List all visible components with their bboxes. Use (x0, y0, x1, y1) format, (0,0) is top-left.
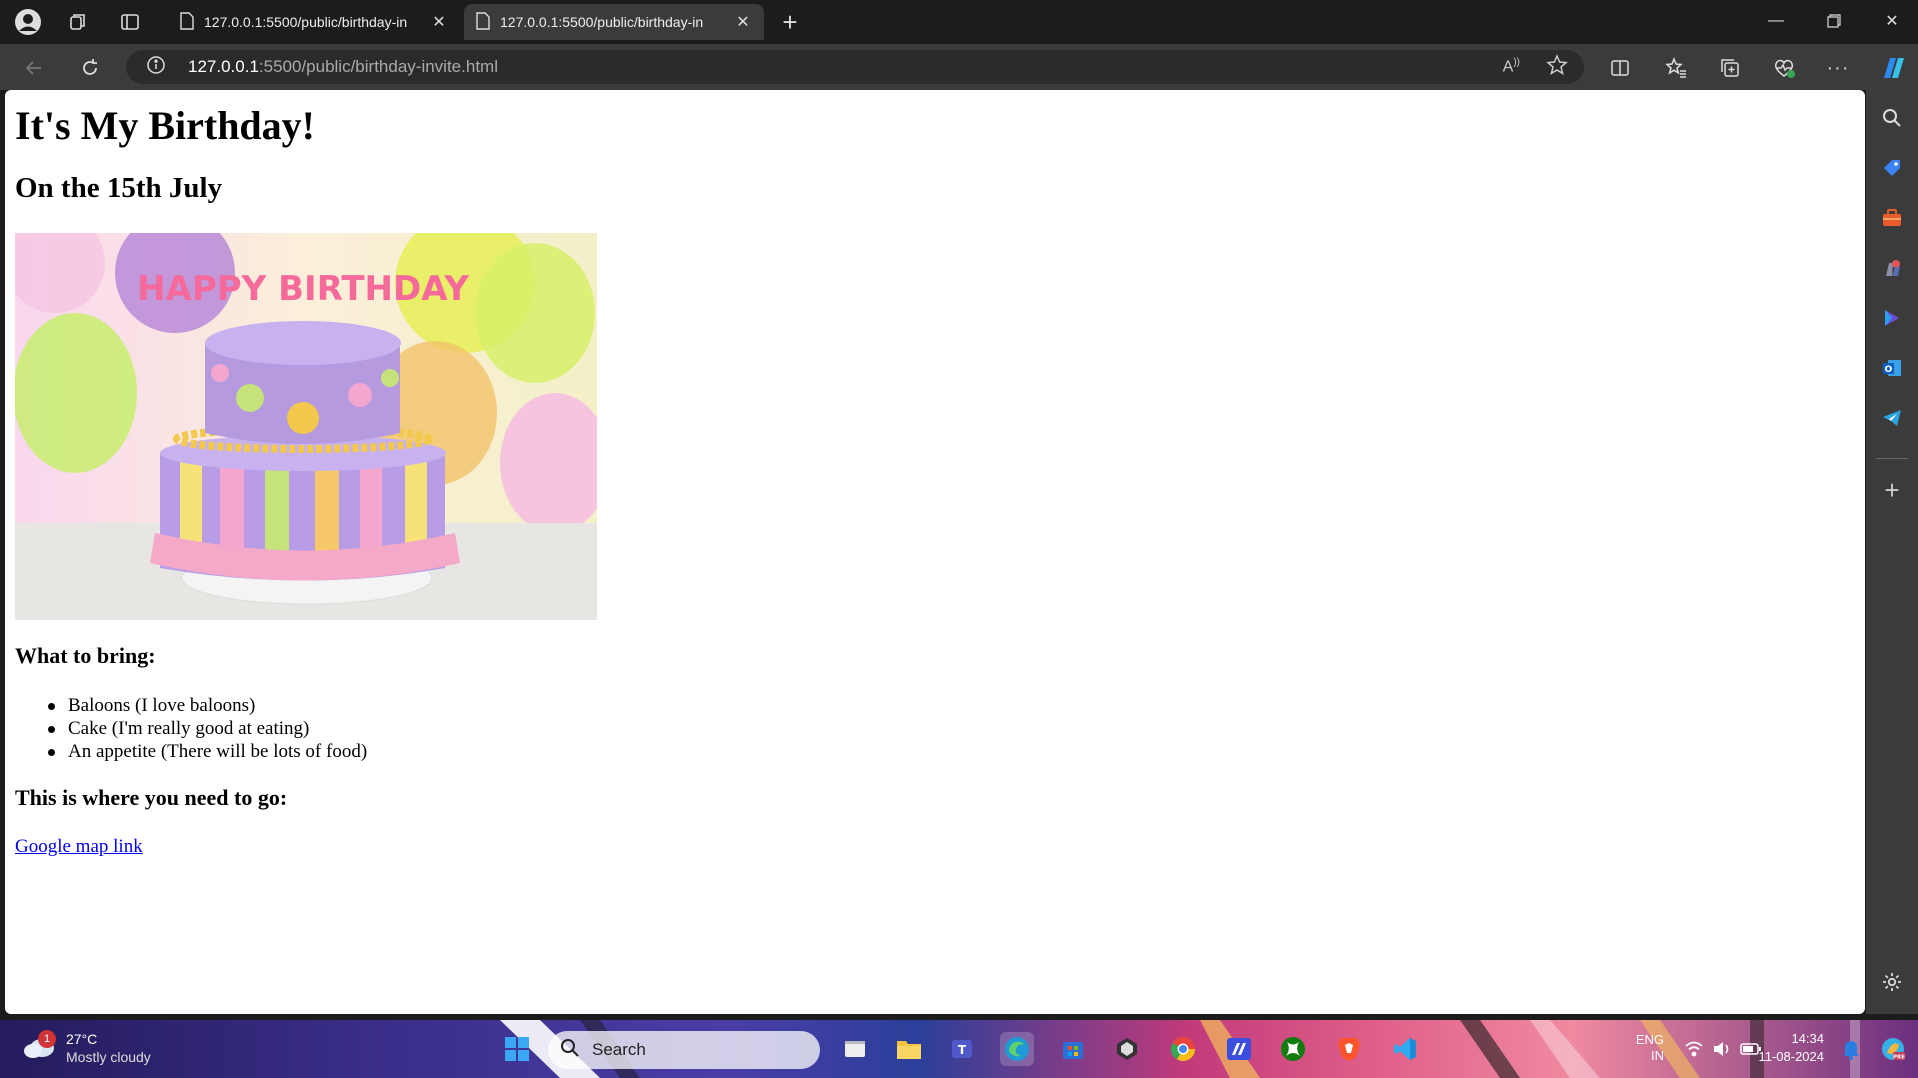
refresh-icon[interactable] (74, 52, 106, 84)
page-title: It's My Birthday! (15, 103, 315, 148)
google-map-link[interactable]: Google map link (15, 836, 143, 858)
list-item: Baloons (I love baloons) (44, 694, 367, 717)
shopping-tag-icon[interactable] (1876, 152, 1908, 184)
copilot-icon[interactable] (1876, 52, 1908, 84)
close-tab-icon[interactable]: ✕ (734, 12, 752, 32)
page-icon (180, 11, 194, 33)
copilot-designer-icon[interactable] (1876, 302, 1908, 334)
close-tab-icon[interactable]: ✕ (430, 12, 448, 32)
more-options-icon[interactable]: ··· (1822, 52, 1854, 84)
vertical-tabs-icon[interactable] (114, 8, 146, 36)
search-icon (560, 1038, 580, 1063)
list-item: An appetite (There will be lots of food) (44, 740, 367, 763)
edge-sidebar: O + (1866, 90, 1918, 1014)
task-view-icon[interactable] (838, 1032, 872, 1066)
vscode-icon[interactable] (1388, 1032, 1422, 1066)
wifi-icon[interactable] (1682, 1032, 1706, 1066)
browser-toolbar: 127.0.0.1:5500/public/birthday-invite.ht… (0, 44, 1918, 90)
svg-text:O: O (1885, 365, 1893, 375)
site-info-icon[interactable] (146, 55, 166, 80)
close-window-icon[interactable]: ✕ (1870, 6, 1914, 36)
sidebar-divider (1876, 458, 1908, 459)
browser-title-bar: 127.0.0.1:5500/public/birthday-in ✕ 127.… (0, 0, 1918, 44)
unity-icon[interactable] (1110, 1032, 1144, 1066)
system-tray: ENG IN 14:34 11-08-2024 PRE (1618, 1020, 1918, 1078)
back-icon[interactable] (18, 52, 50, 84)
language-indicator[interactable]: ENG IN (1636, 1032, 1664, 1064)
split-screen-icon[interactable] (1604, 52, 1636, 84)
bring-list: Baloons (I love baloons) Cake (I'm reall… (44, 694, 367, 763)
clock[interactable]: 14:34 11-08-2024 (1758, 1030, 1824, 1066)
tab-strip: 127.0.0.1:5500/public/birthday-in ✕ 127.… (0, 0, 1918, 44)
copilot-preview-icon[interactable]: PRE (1876, 1032, 1910, 1066)
favorite-star-icon[interactable] (1546, 53, 1568, 81)
workspaces-icon[interactable] (62, 8, 94, 36)
minimize-icon[interactable]: — (1754, 6, 1798, 36)
page-icon (476, 11, 490, 33)
favorites-icon[interactable] (1660, 52, 1692, 84)
list-item: Cake (I'm really good at eating) (44, 717, 367, 740)
cloud-icon: 1 (22, 1029, 56, 1065)
add-icon[interactable]: + (1876, 474, 1908, 506)
svg-text:PRE: PRE (1893, 1055, 1905, 1061)
svg-text:T: T (958, 1043, 967, 1057)
cake-candle-text: HAPPY BIRTHDAY (137, 269, 469, 309)
birthday-cake-image: HAPPY BIRTHDAY (15, 233, 597, 620)
brave-icon[interactable] (1332, 1032, 1366, 1066)
clock-time: 14:34 (1791, 1031, 1824, 1046)
teams-icon[interactable]: T (946, 1032, 980, 1066)
games-icon[interactable] (1876, 252, 1908, 284)
edge-icon[interactable] (1000, 1032, 1034, 1066)
file-explorer-icon[interactable] (892, 1032, 926, 1066)
tab-birthday-invite-1[interactable]: 127.0.0.1:5500/public/birthday-in ✕ (168, 4, 460, 40)
toolbox-icon[interactable] (1876, 202, 1908, 234)
search-label: Search (592, 1040, 646, 1059)
new-tab-icon[interactable]: + (774, 7, 806, 37)
outlook-icon[interactable]: O (1876, 352, 1908, 384)
windows-taskbar: 1 27°C Mostly cloudy Search T ENG IN 14:… (0, 1020, 1918, 1078)
profile-icon[interactable] (12, 8, 44, 36)
where-heading: This is where you need to go: (15, 785, 288, 810)
telegram-icon[interactable] (1876, 402, 1908, 434)
read-aloud-icon[interactable]: A)) (1503, 57, 1520, 76)
chrome-icon[interactable] (1166, 1032, 1200, 1066)
taskbar-search[interactable]: Search (548, 1031, 820, 1069)
browser-essentials-icon[interactable] (1768, 52, 1800, 84)
tab-title: 127.0.0.1:5500/public/birthday-in (500, 14, 704, 30)
url-text: 127.0.0.1:5500/public/birthday-invite.ht… (188, 57, 498, 76)
xbox-icon[interactable] (1276, 1032, 1310, 1066)
restore-icon[interactable] (1812, 6, 1856, 36)
weather-temp: 27°C (66, 1031, 98, 1047)
weather-alert-badge: 1 (38, 1029, 56, 1048)
page-viewport: It's My Birthday! On the 15th July HAPPY… (5, 90, 1865, 1014)
weather-condition: Mostly cloudy (66, 1049, 151, 1065)
page-subtitle: On the 15th July (15, 172, 223, 204)
weather-widget[interactable]: 1 27°C Mostly cloudy (22, 1029, 151, 1066)
windows-start-icon[interactable] (500, 1032, 534, 1066)
microsoft-store-icon[interactable] (1056, 1032, 1090, 1066)
tab-title: 127.0.0.1:5500/public/birthday-in (204, 14, 408, 30)
collections-icon[interactable] (1714, 52, 1746, 84)
volume-icon[interactable] (1710, 1032, 1734, 1066)
tab-birthday-invite-2[interactable]: 127.0.0.1:5500/public/birthday-in ✕ (464, 4, 764, 40)
search-icon[interactable] (1876, 102, 1908, 134)
visual-studio-icon[interactable] (1222, 1032, 1256, 1066)
notifications-icon[interactable] (1836, 1032, 1866, 1066)
clock-date: 11-08-2024 (1758, 1049, 1824, 1064)
settings-icon[interactable] (1876, 966, 1908, 998)
bring-heading: What to bring: (15, 643, 156, 668)
address-bar[interactable]: 127.0.0.1:5500/public/birthday-invite.ht… (126, 50, 1584, 84)
